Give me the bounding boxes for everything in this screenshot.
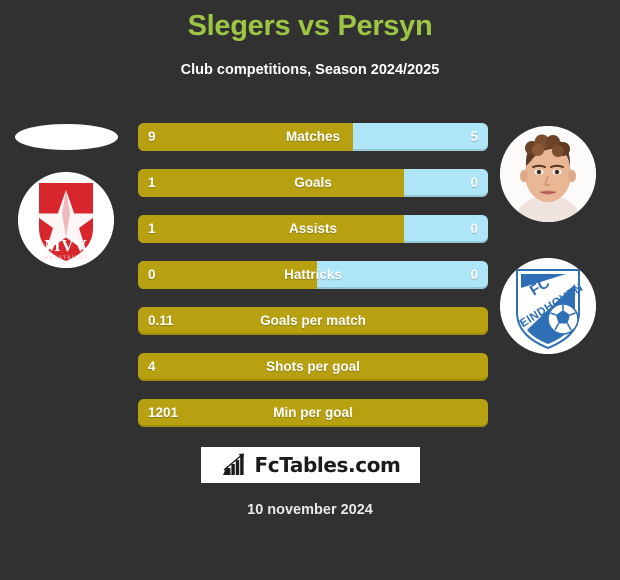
left-player-photo-placeholder (15, 124, 118, 150)
away-value: 0 (470, 267, 478, 282)
fc-eindhoven-crest-icon: FC EINDHOVEN (500, 258, 596, 354)
stat-comparison-card: Slegers vs Persyn Club competitions, Sea… (0, 0, 620, 580)
stat-label: Assists (288, 221, 338, 236)
stat-rows: 9 Matches 5 1 Goals 0 1 Assists 0 0 Hatt… (138, 123, 488, 445)
fctables-logo[interactable]: FcTables.com (201, 447, 420, 483)
report-date: 10 november 2024 (247, 502, 373, 518)
stat-label: Min per goal (273, 405, 353, 420)
player-portrait-icon (500, 126, 596, 222)
stat-row-assists: 1 Assists 0 (138, 215, 488, 243)
left-club-badge: MVV MAASTRICHT (18, 172, 114, 268)
page-title: Slegers vs Persyn (187, 10, 433, 42)
stat-label: Goals per match (260, 313, 366, 328)
stat-row-hattricks: 0 Hattricks 0 (138, 261, 488, 289)
fctables-logo-text: FcTables.com (254, 453, 401, 477)
away-value: 5 (470, 129, 478, 144)
stat-row-goals-per-match: 0.11 Goals per match (138, 307, 488, 335)
stat-label: Shots per goal (266, 359, 360, 374)
mvv-maastricht-crest-icon: MVV MAASTRICHT (18, 172, 114, 268)
svg-text:MVV: MVV (45, 236, 88, 255)
page-subtitle: Club competitions, Season 2024/2025 (180, 62, 440, 78)
stat-row-min-per-goal: 1201 Min per goal (138, 399, 488, 427)
stat-label: Matches (285, 129, 341, 144)
stat-label: Goals (294, 175, 332, 190)
stat-row-matches: 9 Matches 5 (138, 123, 488, 151)
stat-row-shots-per-goal: 4 Shots per goal (138, 353, 488, 381)
right-player-photo (500, 126, 596, 222)
away-value: 0 (470, 175, 478, 190)
stat-row-goals: 1 Goals 0 (138, 169, 488, 197)
away-value: 0 (470, 221, 478, 236)
svg-text:MAASTRICHT: MAASTRICHT (44, 256, 89, 261)
bar-chart-arrow-icon (222, 453, 244, 475)
right-club-badge: FC EINDHOVEN (500, 258, 596, 354)
stat-label: Hattricks (284, 267, 342, 282)
